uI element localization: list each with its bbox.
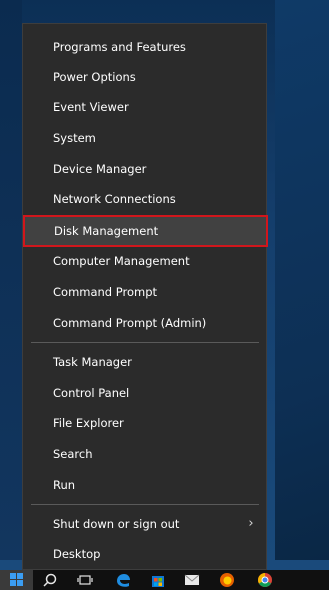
edge-icon[interactable] <box>115 572 131 588</box>
menu-divider <box>31 504 259 505</box>
menu-item-event-viewer[interactable]: Event Viewer <box>23 92 266 122</box>
menu-item-device-manager[interactable]: Device Manager <box>23 154 266 184</box>
chevron-right-icon: › <box>248 516 254 531</box>
firefox-icon[interactable] <box>219 572 235 588</box>
menu-item-shut-down-or-sign-out[interactable]: Shut down or sign out › <box>23 509 266 539</box>
menu-item-power-options[interactable]: Power Options <box>23 62 266 92</box>
menu-item-disk-management[interactable]: Disk Management <box>23 215 268 247</box>
winx-context-menu: Programs and Features Power Options Even… <box>22 23 268 570</box>
wallpaper-panel-left <box>0 0 22 560</box>
mail-icon[interactable] <box>184 572 200 588</box>
menu-item-command-prompt[interactable]: Command Prompt <box>23 277 266 307</box>
start-button[interactable] <box>0 570 33 590</box>
menu-item-network-connections[interactable]: Network Connections <box>23 184 266 214</box>
menu-item-computer-management[interactable]: Computer Management <box>23 246 266 276</box>
menu-item-run[interactable]: Run <box>23 470 266 500</box>
wallpaper-panel-right <box>275 0 329 560</box>
menu-item-desktop[interactable]: Desktop <box>23 539 266 569</box>
menu-item-task-manager[interactable]: Task Manager <box>23 347 266 377</box>
menu-item-programs-and-features[interactable]: Programs and Features <box>23 32 266 62</box>
menu-item-command-prompt-admin[interactable]: Command Prompt (Admin) <box>23 308 266 338</box>
taskbar <box>0 570 329 590</box>
search-icon[interactable] <box>42 572 58 588</box>
menu-item-system[interactable]: System <box>23 123 266 153</box>
shut-down-label: Shut down or sign out <box>53 517 180 531</box>
windows-start-icon <box>10 573 23 586</box>
store-icon[interactable] <box>150 572 166 588</box>
menu-item-file-explorer[interactable]: File Explorer <box>23 408 266 438</box>
task-view-icon[interactable] <box>77 572 93 588</box>
chrome-icon[interactable] <box>257 572 273 588</box>
menu-divider <box>31 342 259 343</box>
menu-item-control-panel[interactable]: Control Panel <box>23 378 266 408</box>
menu-item-search[interactable]: Search <box>23 439 266 469</box>
